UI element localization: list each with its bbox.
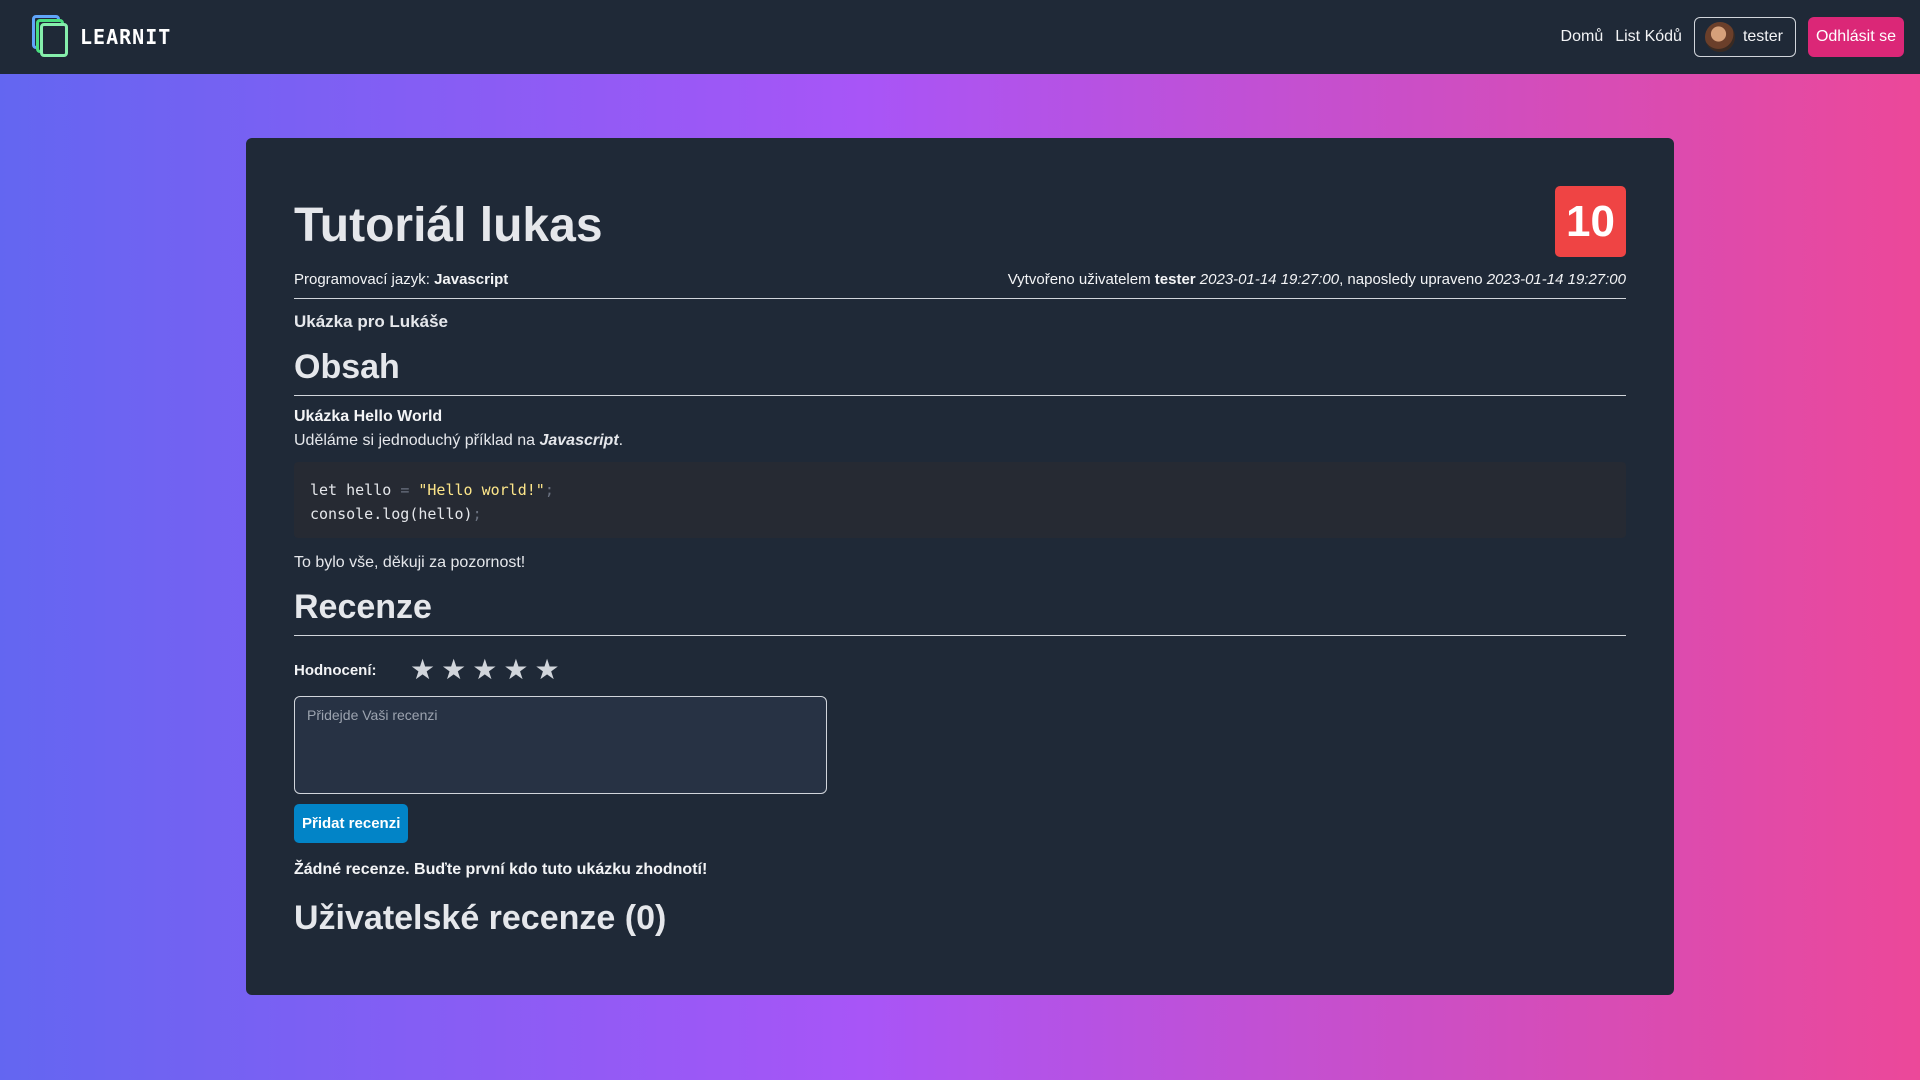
star-icon[interactable]: ★ xyxy=(472,656,497,684)
star-icon[interactable]: ★ xyxy=(534,656,559,684)
brand-logo[interactable]: LEARNIT xyxy=(32,15,171,59)
code-line: console.log(hello); xyxy=(310,502,1610,526)
brand-name: LEARNIT xyxy=(80,25,172,49)
no-reviews-text: Žádné recenze. Buďte první kdo tuto ukáz… xyxy=(294,861,708,878)
code-block: let hello = "Hello world!"; console.log(… xyxy=(294,462,1626,538)
nav-links: Domů List Kódů tester Odhlásit se xyxy=(1561,17,1904,57)
post-meta: Programovací jazyk: Javascript Vytvořeno… xyxy=(294,271,1626,299)
score-badge: 10 xyxy=(1555,186,1626,257)
add-review-button[interactable]: Přidat recenzi xyxy=(294,804,409,843)
code-string: "Hello world!" xyxy=(418,481,545,499)
post-card: Tutoriál lukas 10 Programovací jazyk: Ja… xyxy=(246,138,1674,995)
content-heading: Obsah xyxy=(294,348,1626,396)
user-reviews-heading: Uživatelské recenze (0) xyxy=(294,899,667,937)
updated-at: 2023-01-14 19:27:00 xyxy=(1486,271,1626,288)
created-by-label: Vytvořeno uživatelem xyxy=(1007,271,1151,288)
star-icon[interactable]: ★ xyxy=(410,656,435,684)
nav-code-list-link[interactable]: List Kódů xyxy=(1615,28,1682,46)
rating-label: Hodnocení: xyxy=(294,661,377,679)
updated-label: , naposledy upraveno xyxy=(1339,271,1483,288)
language-label: Programovací jazyk: xyxy=(294,271,430,288)
author-name: tester xyxy=(1154,271,1196,288)
code-line: let hello = "Hello world!"; xyxy=(310,478,1610,502)
code-punctuation: ; xyxy=(472,505,482,523)
intro-language: Javascript xyxy=(539,432,619,449)
post-description: Ukázka pro Lukáše xyxy=(294,312,449,331)
user-profile-button[interactable]: tester xyxy=(1693,17,1796,57)
code-token: let hello xyxy=(310,481,401,499)
page-title: Tutoriál lukas xyxy=(294,199,603,252)
title-row: Tutoriál lukas 10 xyxy=(294,186,1626,257)
language-value: Javascript xyxy=(434,271,509,288)
code-token: console.log(hello) xyxy=(310,505,473,523)
content-outro: To bylo vše, děkuji za pozornost! xyxy=(294,554,526,571)
content-intro: Uděláme si jednoduchý příklad na Javascr… xyxy=(294,432,1626,450)
logout-button[interactable]: Odhlásit se xyxy=(1807,17,1904,57)
content-subtitle: Ukázka Hello World xyxy=(294,408,443,425)
author-info: Vytvořeno uživatelem tester 2023-01-14 1… xyxy=(1008,271,1626,288)
review-input[interactable] xyxy=(294,696,827,794)
star-icon[interactable]: ★ xyxy=(503,656,528,684)
star-icon[interactable]: ★ xyxy=(441,656,466,684)
rating-row: Hodnocení: ★ ★ ★ ★ ★ xyxy=(294,656,1626,684)
created-at: 2023-01-14 19:27:00 xyxy=(1199,271,1340,288)
nav-home-link[interactable]: Domů xyxy=(1561,28,1604,46)
code-operator: = xyxy=(400,481,410,499)
avatar xyxy=(1704,22,1735,52)
intro-text: Uděláme si jednoduchý příklad na xyxy=(294,432,536,449)
star-rating: ★ ★ ★ ★ ★ xyxy=(410,656,560,684)
username: tester xyxy=(1742,28,1783,45)
logo-icon xyxy=(32,15,70,59)
intro-suffix: . xyxy=(618,432,624,449)
language-info: Programovací jazyk: Javascript xyxy=(294,271,508,288)
code-punctuation: ; xyxy=(544,481,554,499)
navbar: LEARNIT Domů List Kódů tester Odhlásit s… xyxy=(0,0,1920,74)
reviews-heading: Recenze xyxy=(294,588,1626,636)
